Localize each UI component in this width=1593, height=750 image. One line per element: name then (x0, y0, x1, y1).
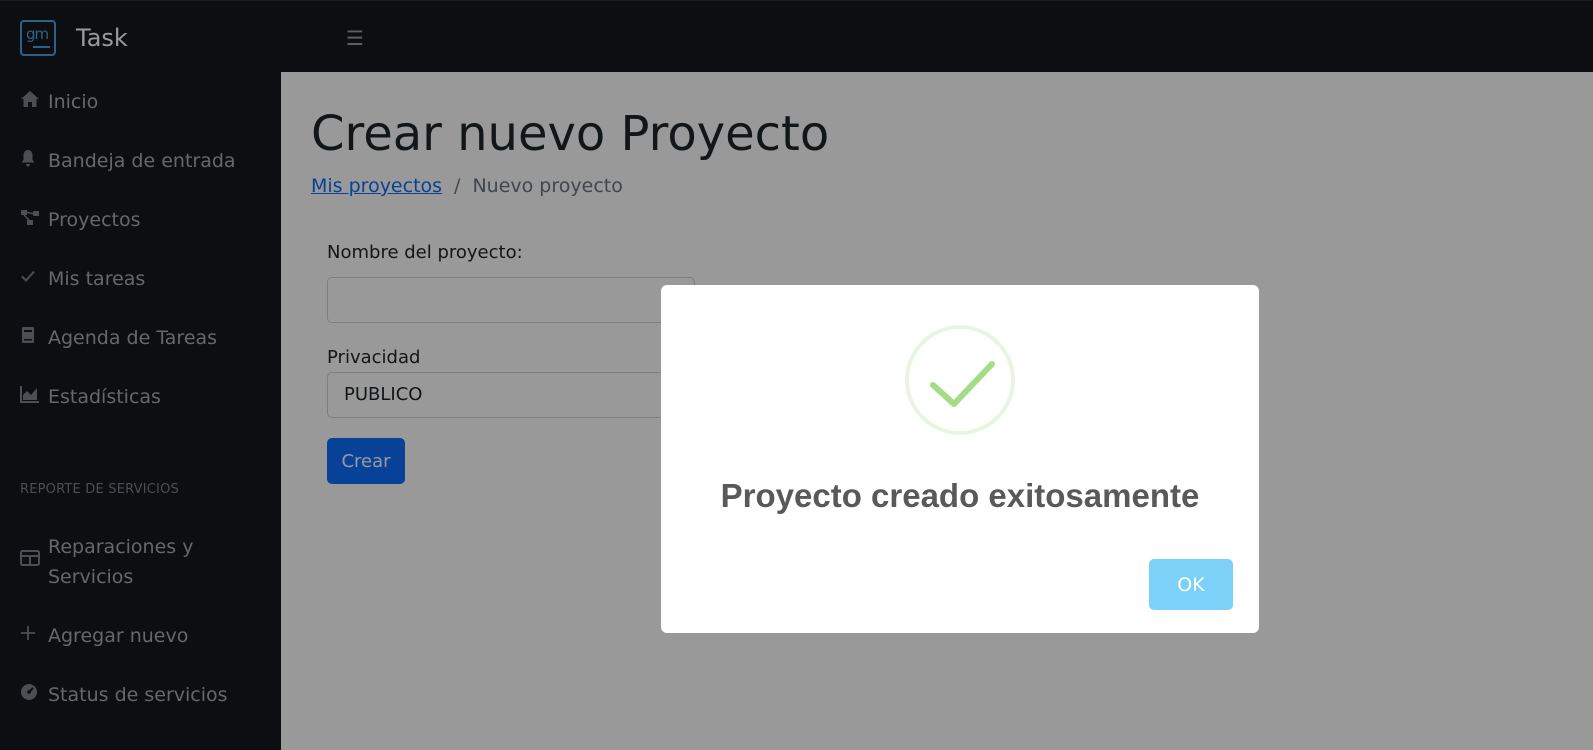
ok-button[interactable]: OK (1149, 559, 1233, 610)
success-dialog: Proyecto creado exitosamente OK (661, 285, 1259, 633)
success-check-icon (905, 325, 1015, 435)
dialog-title: Proyecto creado exitosamente (720, 477, 1200, 514)
